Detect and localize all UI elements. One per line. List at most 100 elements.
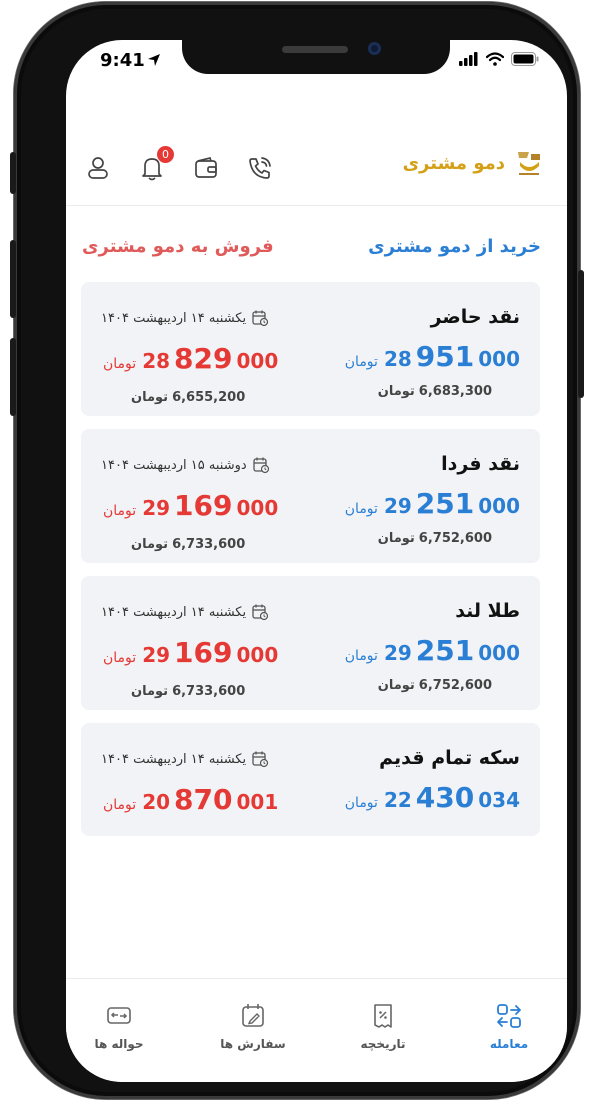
receipt-icon <box>374 1004 392 1028</box>
sell-price-mid: 169 <box>174 489 233 522</box>
price-card[interactable]: سکه تمام قدیم یکشنبه ۱۴ اردیبهشت ۱۴۰۴ تو… <box>81 723 540 836</box>
wallet-button[interactable] <box>192 154 220 182</box>
sell-price: تومان 28 829 000 <box>103 342 278 375</box>
sell-price-tail: 000 <box>236 349 279 373</box>
sell-sub-price: تومان 6,733,600 <box>131 537 245 552</box>
card-date: یکشنبه ۱۴ اردیبهشت ۱۴۰۴ <box>101 603 269 621</box>
sell-price-head: 29 <box>142 496 171 520</box>
date-text: یکشنبه ۱۴ اردیبهشت ۱۴۰۴ <box>101 604 247 620</box>
orders-calendar-icon <box>242 1004 264 1027</box>
volume-down-button <box>10 338 16 416</box>
call-button[interactable] <box>246 154 274 182</box>
notification-badge: 0 <box>157 146 174 163</box>
sell-price-tail: 001 <box>236 790 279 814</box>
buy-price-head: 22 <box>383 788 412 812</box>
app-header: دمو مشتری 0 <box>66 136 567 206</box>
sell-sub-value: 6,733,600 <box>172 684 246 699</box>
buy-price: تومان 22 430 034 <box>345 781 520 814</box>
profile-button[interactable] <box>84 154 112 182</box>
buy-price-head: 28 <box>383 347 412 371</box>
buy-price-head: 29 <box>383 494 412 518</box>
sell-price: تومان 20 870 001 <box>103 783 278 816</box>
buy-price: تومان 28 951 000 <box>345 340 520 373</box>
currency-label: تومان <box>377 531 415 546</box>
sell-price-mid: 169 <box>174 636 233 669</box>
calendar-clock-icon <box>252 604 269 621</box>
calendar-clock-icon <box>252 751 269 768</box>
currency-label: تومان <box>344 795 378 811</box>
transfer-ticket-icon <box>107 1007 131 1024</box>
buy-price-tail: 000 <box>478 641 520 665</box>
nav-transfers[interactable]: حواله ها <box>74 1001 164 1051</box>
item-name: نقد فردا <box>441 453 520 475</box>
card-date: یکشنبه ۱۴ اردیبهشت ۱۴۰۴ <box>101 309 269 327</box>
phone-call-icon <box>249 157 271 179</box>
currency-label: تومان <box>103 650 137 666</box>
nav-label: معامله <box>489 1037 529 1051</box>
buy-price-tail: 034 <box>478 788 520 812</box>
price-card[interactable]: نقد حاضر یکشنبه ۱۴ اردیبهشت ۱۴۰۴ تومان 2… <box>81 282 540 416</box>
header-actions: 0 <box>84 146 274 182</box>
currency-label: تومان <box>103 503 137 519</box>
battery-icon <box>511 52 539 66</box>
buy-price: تومان 29 251 000 <box>345 487 520 520</box>
price-card[interactable]: طلا لند یکشنبه ۱۴ اردیبهشت ۱۴۰۴ تومان 29 <box>81 576 540 710</box>
item-name: نقد حاضر <box>430 306 520 328</box>
phone-frame: 9:41 دمو مشتری 0 خرید از دمو مشتری فروش … <box>10 2 584 1099</box>
buy-price-mid: 430 <box>415 781 475 814</box>
currency-label: تومان <box>344 501 378 517</box>
date-text: یکشنبه ۱۴ اردیبهشت ۱۴۰۴ <box>101 310 247 326</box>
nav-label: تاریخچه <box>360 1037 406 1051</box>
sell-price: تومان 29 169 000 <box>103 489 278 522</box>
calendar-clock-icon <box>252 310 269 327</box>
nav-orders[interactable]: سفارش ها <box>208 1001 298 1051</box>
sell-section-title: فروش به دمو مشتری <box>82 236 274 257</box>
nav-label: سفارش ها <box>220 1037 286 1051</box>
buy-section-title: خرید از دمو مشتری <box>368 236 541 257</box>
trade-icon <box>497 1004 521 1028</box>
currency-label: تومان <box>131 684 169 699</box>
sell-price-head: 29 <box>142 643 171 667</box>
power-button <box>578 270 584 398</box>
notifications-button[interactable]: 0 <box>138 146 174 182</box>
card-date: یکشنبه ۱۴ اردیبهشت ۱۴۰۴ <box>101 750 269 768</box>
location-arrow-icon <box>148 54 160 66</box>
status-bar: 9:41 <box>66 40 567 88</box>
currency-label: تومان <box>103 356 137 372</box>
buy-price-mid: 251 <box>415 487 475 520</box>
date-text: دوشنبه ۱۵ اردیبهشت ۱۴۰۴ <box>101 457 247 473</box>
status-time: 9:41 <box>100 50 145 71</box>
item-name: سکه تمام قدیم <box>379 747 520 769</box>
currency-label: تومان <box>344 648 378 664</box>
buy-sub-price: تومان 6,752,600 <box>378 678 492 693</box>
buy-price-mid: 251 <box>415 634 475 667</box>
buy-sub-value: 6,752,600 <box>418 531 492 546</box>
currency-label: تومان <box>377 678 415 693</box>
sell-sub-price: تومان 6,655,200 <box>131 390 245 405</box>
cellular-signal-icon <box>459 52 478 66</box>
sell-price-tail: 000 <box>236 496 279 520</box>
card-date: دوشنبه ۱۵ اردیبهشت ۱۴۰۴ <box>101 456 270 474</box>
calendar-clock-icon <box>253 457 269 474</box>
sell-sub-price: تومان 6,733,600 <box>131 684 245 699</box>
status-indicators <box>459 52 539 66</box>
buy-sub-price: تومان 6,752,600 <box>378 531 492 546</box>
sell-sub-value: 6,655,200 <box>172 390 246 405</box>
sell-price-head: 28 <box>142 349 171 373</box>
screen: 9:41 دمو مشتری 0 خرید از دمو مشتری فروش … <box>66 40 567 1082</box>
nav-history[interactable]: تاریخچه <box>338 1001 428 1051</box>
nav-trade[interactable]: معامله <box>464 1001 554 1051</box>
buy-sub-value: 6,683,300 <box>418 384 492 399</box>
sell-price-mid: 829 <box>174 342 233 375</box>
buy-price-mid: 951 <box>415 340 475 373</box>
user-icon <box>88 157 108 179</box>
buy-sub-value: 6,752,600 <box>418 678 492 693</box>
buy-price-tail: 000 <box>478 347 520 371</box>
wifi-icon <box>486 52 504 66</box>
currency-label: تومان <box>131 390 169 405</box>
buy-price-tail: 000 <box>478 494 520 518</box>
brand: دمو مشتری <box>403 148 543 178</box>
currency-label: تومان <box>377 384 415 399</box>
currency-label: تومان <box>103 797 137 813</box>
price-card[interactable]: نقد فردا دوشنبه ۱۵ اردیبهشت ۱۴۰۴ تومان 2… <box>81 429 540 563</box>
